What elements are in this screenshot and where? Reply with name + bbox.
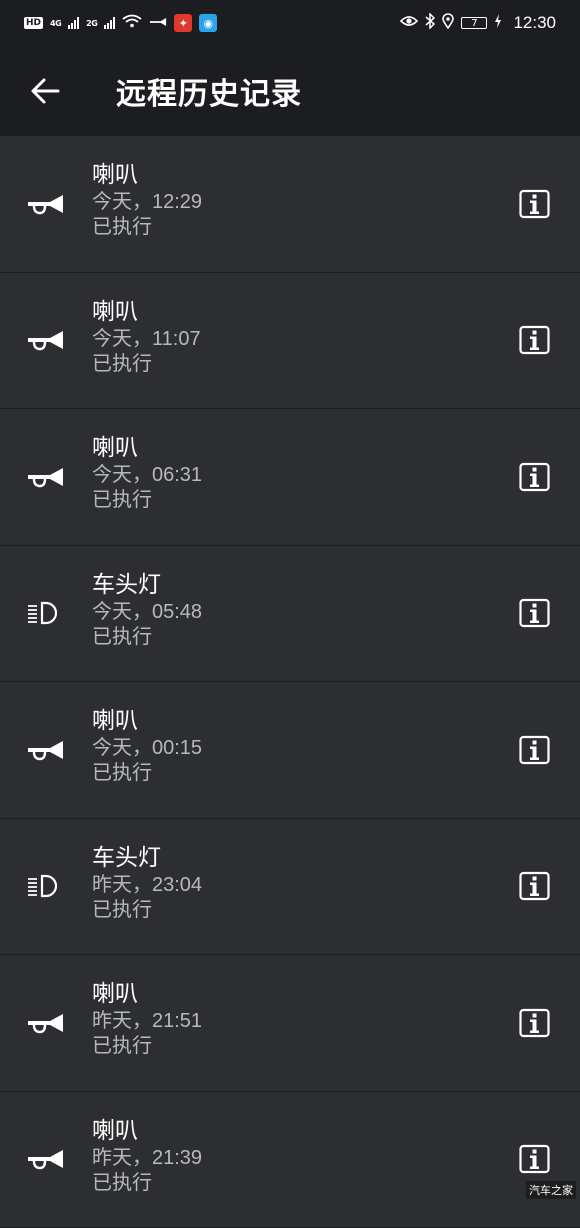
record-time: 昨天，23:04 [92, 873, 202, 898]
record-text: 车头灯今天，05:48已执行 [92, 570, 202, 650]
record-name: 喇叭 [92, 160, 202, 190]
history-row[interactable]: 喇叭昨天，21:39已执行 [0, 1092, 580, 1228]
history-row[interactable]: 喇叭今天，00:15已执行 [0, 682, 580, 819]
info-icon [519, 886, 550, 905]
record-time: 今天，12:29 [92, 190, 202, 215]
horn-icon [26, 191, 66, 217]
app-header: 远程历史记录 [0, 46, 580, 136]
record-time: 昨天，21:51 [92, 1009, 202, 1034]
record-time: 今天，00:15 [92, 736, 202, 761]
record-time: 今天，06:31 [92, 463, 202, 488]
info-button[interactable] [519, 326, 550, 355]
record-status: 已执行 [92, 352, 201, 377]
record-status: 已执行 [92, 215, 202, 240]
record-status: 已执行 [92, 488, 202, 513]
page-title: 远程历史记录 [116, 69, 302, 113]
sim1-network-label: 4G [50, 19, 61, 28]
record-text: 喇叭今天，00:15已执行 [92, 706, 202, 786]
hd-icon: HD [24, 17, 43, 29]
info-icon [519, 749, 550, 768]
back-button[interactable] [0, 46, 90, 136]
app-notification-icon: ✦ [174, 14, 192, 32]
info-button[interactable] [519, 872, 550, 901]
info-button[interactable] [519, 1008, 550, 1037]
record-name: 喇叭 [92, 297, 201, 327]
history-row[interactable]: 喇叭今天，11:07已执行 [0, 273, 580, 410]
signal-icon [68, 17, 79, 29]
horn-icon [26, 737, 66, 763]
record-text: 喇叭今天，06:31已执行 [92, 433, 202, 513]
record-status: 已执行 [92, 1171, 202, 1196]
watermark: 汽车之家 [526, 1181, 576, 1199]
record-status: 已执行 [92, 761, 202, 786]
headlight-icon [26, 600, 66, 626]
status-bar: HD 4G 2G ✦ ◉ 7 12:30 [0, 0, 580, 46]
record-status: 已执行 [92, 898, 202, 923]
horn-small-icon [149, 16, 167, 31]
record-name: 喇叭 [92, 433, 202, 463]
info-icon [519, 1022, 550, 1041]
info-button[interactable] [519, 599, 550, 628]
wifi-icon [122, 14, 142, 32]
record-time: 今天，05:48 [92, 600, 202, 625]
battery-icon: 7 [461, 17, 487, 29]
sim2-network-label: 2G [86, 19, 97, 28]
record-text: 喇叭今天，12:29已执行 [92, 160, 202, 240]
headlight-icon [26, 873, 66, 899]
record-name: 喇叭 [92, 979, 202, 1009]
info-icon [519, 1159, 550, 1178]
info-icon [519, 340, 550, 359]
record-status: 已执行 [92, 625, 202, 650]
history-row[interactable]: 喇叭今天，12:29已执行 [0, 136, 580, 273]
record-text: 喇叭今天，11:07已执行 [92, 297, 201, 377]
info-button[interactable] [519, 735, 550, 764]
info-icon [519, 476, 550, 495]
history-row[interactable]: 喇叭今天，06:31已执行 [0, 409, 580, 546]
record-time: 今天，11:07 [92, 327, 201, 352]
history-list: 喇叭今天，12:29已执行喇叭今天，11:07已执行喇叭今天，06:31已执行车… [0, 136, 580, 1228]
record-name: 车头灯 [92, 843, 202, 873]
history-row[interactable]: 喇叭昨天，21:51已执行 [0, 955, 580, 1092]
record-text: 喇叭昨天，21:39已执行 [92, 1116, 202, 1196]
horn-icon [26, 1010, 66, 1036]
horn-icon [26, 1146, 66, 1172]
history-row[interactable]: 车头灯昨天，23:04已执行 [0, 819, 580, 956]
horn-icon [26, 464, 66, 490]
arrow-left-icon [30, 77, 60, 105]
eye-icon [400, 15, 418, 31]
location-icon [442, 13, 454, 33]
info-button[interactable] [519, 189, 550, 218]
bluetooth-icon [425, 13, 435, 33]
info-button[interactable] [519, 1145, 550, 1174]
record-name: 喇叭 [92, 706, 202, 736]
info-icon [519, 613, 550, 632]
record-text: 喇叭昨天，21:51已执行 [92, 979, 202, 1059]
record-time: 昨天，21:39 [92, 1146, 202, 1171]
info-icon [519, 203, 550, 222]
charging-icon [494, 14, 502, 32]
history-row[interactable]: 车头灯今天，05:48已执行 [0, 546, 580, 683]
record-text: 车头灯昨天，23:04已执行 [92, 843, 202, 923]
info-button[interactable] [519, 462, 550, 491]
record-name: 喇叭 [92, 1116, 202, 1146]
horn-icon [26, 327, 66, 353]
record-status: 已执行 [92, 1034, 202, 1059]
signal-icon-2 [104, 17, 115, 29]
bulb-notification-icon: ◉ [199, 14, 217, 32]
status-clock: 12:30 [513, 13, 556, 33]
record-name: 车头灯 [92, 570, 202, 600]
